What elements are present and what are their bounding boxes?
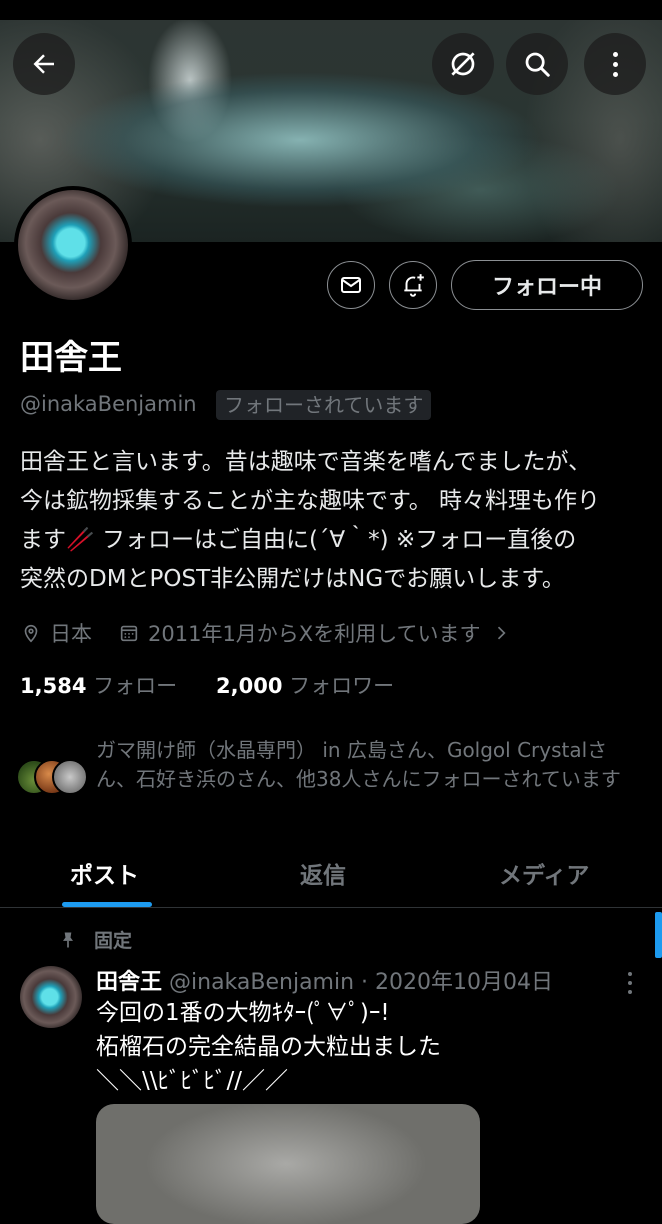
search-icon xyxy=(525,52,550,77)
pinned-text: 固定 xyxy=(94,930,133,952)
tweet-author-avatar[interactable] xyxy=(20,966,82,1028)
tweet-text: 今回の1番の大物ｷﾀｰ(ﾟ∀ﾟ)ｰ! 柘榴石の完全結晶の大粒出ました ＼＼\\ﾋ… xyxy=(96,1000,441,1094)
followers-label: フォロワー xyxy=(289,674,395,698)
following-count: 1,584 xyxy=(20,674,87,698)
tweet-author-name[interactable]: 田舎王 xyxy=(96,970,162,995)
message-button[interactable] xyxy=(327,261,375,309)
joined-text: 2011年1月からXを利用しています xyxy=(148,622,481,646)
profile-location: 日本 xyxy=(20,618,92,648)
more-button[interactable] xyxy=(584,33,646,95)
profile-bio: 田舎王と言います。昔は趣味で音楽を嗜んでましたが、 今は鉱物採集することが主な趣… xyxy=(20,449,601,592)
followed-by-text[interactable]: ガマ開け師（水晶専門） in 広島さん、Golgol Crystalさん、石好き… xyxy=(96,736,642,794)
envelope-icon xyxy=(341,277,361,293)
tweet-meta: @inakaBenjamin · 2020年10月04日 xyxy=(169,970,553,995)
chevron-right-icon xyxy=(497,626,506,640)
tweet-media-image[interactable] xyxy=(96,1104,480,1224)
grok-button[interactable] xyxy=(432,33,494,95)
location-pin-icon xyxy=(24,624,38,643)
location-text: 日本 xyxy=(50,622,92,646)
scrollbar[interactable] xyxy=(655,912,662,958)
bell-plus-icon xyxy=(404,274,424,297)
profile-joined[interactable]: 2011年1月からXを利用しています xyxy=(118,618,511,648)
following-count-link[interactable]: 1,584 フォロー xyxy=(20,670,177,700)
grok-slash-circle-icon xyxy=(451,52,475,76)
calendar-icon xyxy=(120,625,138,642)
profile-avatar[interactable] xyxy=(14,186,132,304)
arrow-left-icon xyxy=(33,54,54,74)
tabs-divider xyxy=(0,907,662,908)
search-button[interactable] xyxy=(506,33,568,95)
profile-handle: @inakaBenjamin xyxy=(20,392,197,416)
avatar xyxy=(52,759,88,795)
back-button[interactable] xyxy=(13,33,75,95)
profile-name: 田舎王 xyxy=(20,338,122,378)
more-vertical-icon xyxy=(612,51,618,77)
tab-posts[interactable]: ポスト xyxy=(70,856,139,890)
pin-icon xyxy=(63,932,73,947)
following-label: フォロー xyxy=(93,674,178,698)
followers-count: 2,000 xyxy=(216,674,283,698)
followed-by-avatars[interactable] xyxy=(16,759,96,795)
follows-you-badge: フォローされています xyxy=(216,390,432,420)
following-button[interactable]: フォロー中 xyxy=(451,260,643,310)
tweet-header: 田舎王 @inakaBenjamin · 2020年10月04日 xyxy=(96,964,553,996)
tweet-more-icon[interactable] xyxy=(628,972,632,994)
followers-count-link[interactable]: 2,000 フォロワー xyxy=(216,670,394,700)
tab-replies[interactable]: 返信 xyxy=(300,856,346,890)
notification-bell-button[interactable] xyxy=(389,261,437,309)
tab-media[interactable]: メディア xyxy=(499,856,589,890)
pinned-label: 固定 xyxy=(58,926,132,953)
